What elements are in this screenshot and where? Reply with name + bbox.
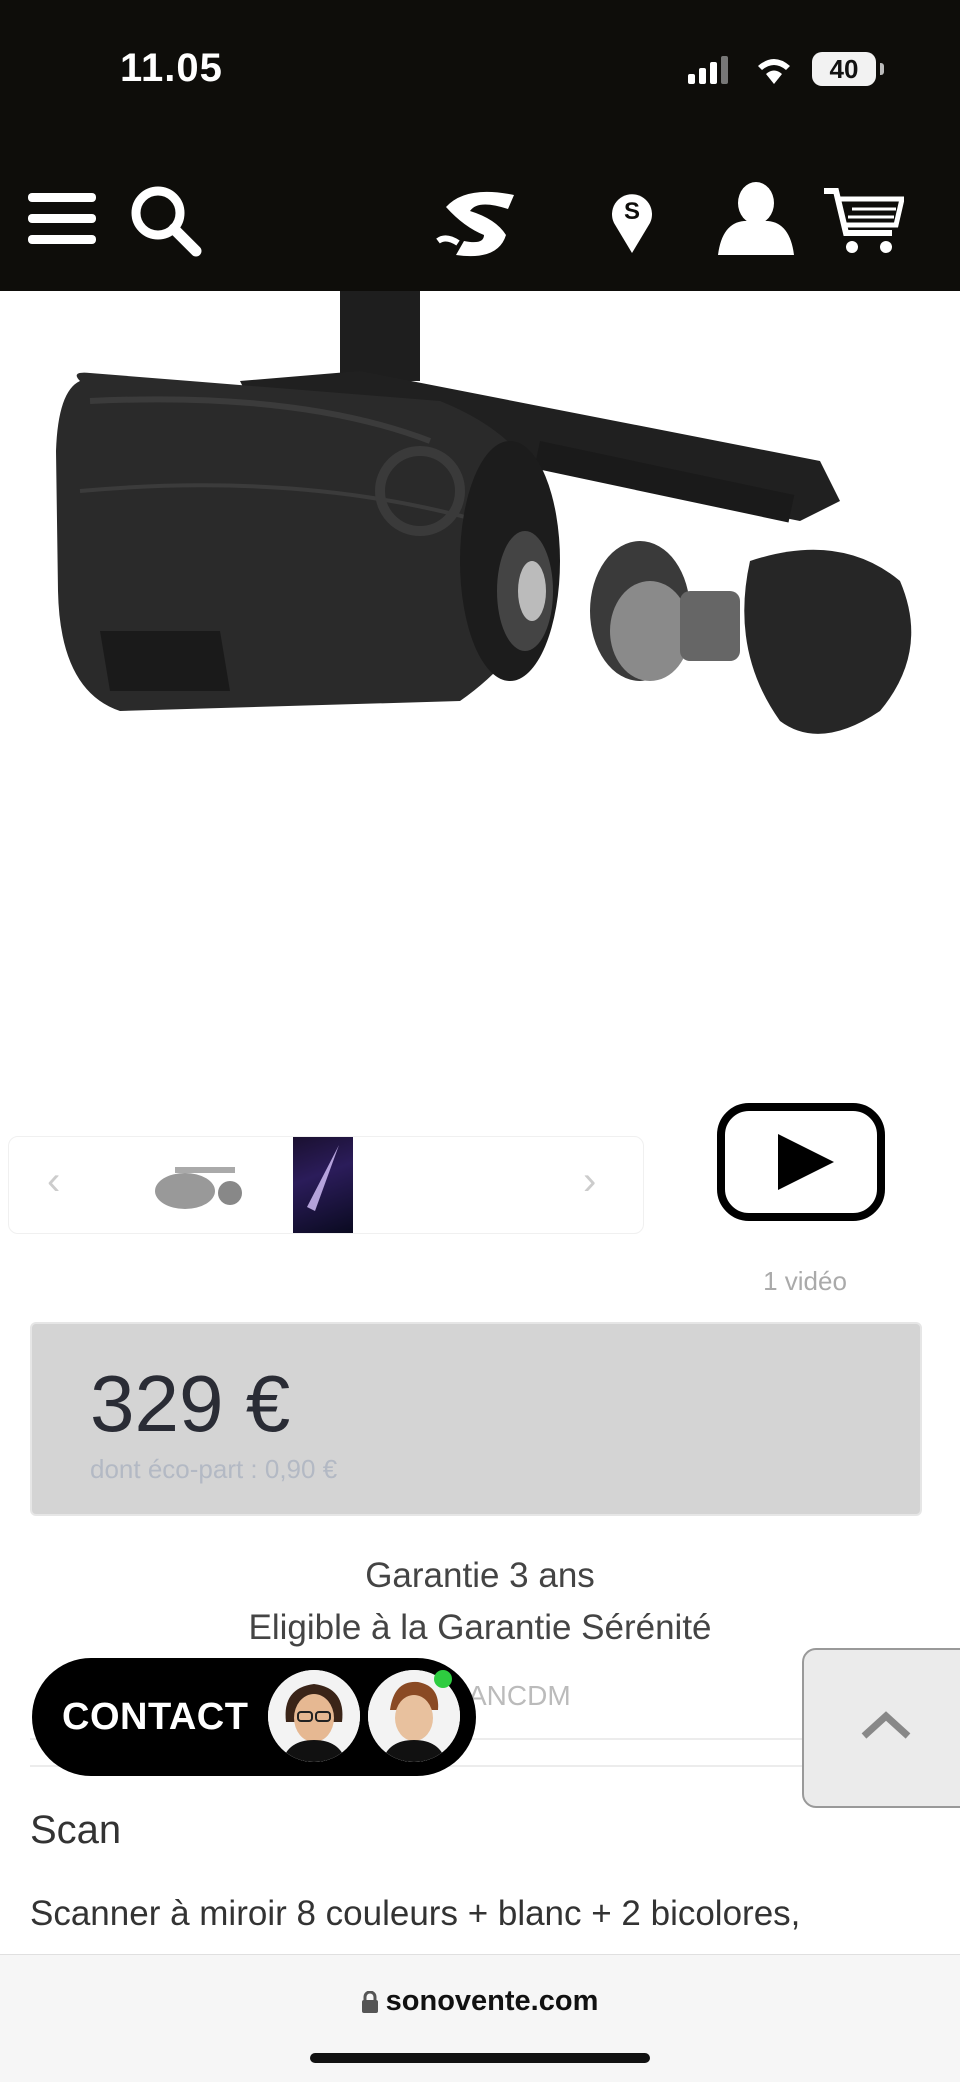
thumbnail-light-effect[interactable] xyxy=(293,1137,353,1233)
advisor-avatar xyxy=(268,1670,360,1762)
status-bar: 11.05 40 xyxy=(0,0,960,145)
guarantee-info: Garantie 3 ans Eligible à la Garantie Sé… xyxy=(0,1550,960,1654)
svg-text:S: S xyxy=(624,198,640,225)
thumbnail-scanner[interactable] xyxy=(145,1151,255,1221)
store-locator-icon[interactable]: S xyxy=(608,187,656,253)
url-text: sonovente.com xyxy=(385,1985,599,2017)
home-indicator[interactable] xyxy=(310,2053,650,2063)
chevron-up-icon xyxy=(861,1711,911,1739)
guarantee-serenite[interactable]: Eligible à la Garantie Sérénité xyxy=(0,1602,960,1654)
eco-participation: dont éco-part : 0,90 € xyxy=(90,1454,338,1484)
section-title: Scan xyxy=(30,1808,122,1852)
wifi-icon xyxy=(758,59,790,84)
menu-icon[interactable] xyxy=(28,193,98,245)
scroll-top-button[interactable] xyxy=(802,1648,960,1808)
guarantee-duration: Garantie 3 ans xyxy=(365,1556,595,1595)
site-header: S xyxy=(0,145,960,291)
carousel-next-icon[interactable]: › xyxy=(583,1159,596,1204)
brand-logo-icon[interactable] xyxy=(436,181,522,263)
cart-icon[interactable] xyxy=(822,185,904,255)
search-icon[interactable] xyxy=(130,185,202,257)
product-price: 329 € xyxy=(90,1359,291,1448)
online-status-dot xyxy=(434,1670,452,1688)
contact-label: CONTACT xyxy=(62,1696,249,1738)
reference-partial: ANCDM xyxy=(468,1680,571,1711)
browser-address-bar[interactable]: sonovente.com xyxy=(0,1954,960,2082)
price-box: 329 € dont éco-part : 0,90 € xyxy=(30,1322,922,1516)
scanner-illustration xyxy=(56,291,912,734)
battery-indicator: 40 xyxy=(812,52,884,86)
status-time: 11.05 xyxy=(120,46,223,90)
product-image[interactable] xyxy=(0,291,960,1071)
url-display[interactable]: sonovente.com xyxy=(0,1985,960,2018)
video-count[interactable]: 1 vidéo xyxy=(740,1266,870,1297)
lock-icon xyxy=(361,1990,378,2013)
thumbnail-carousel: ‹ › xyxy=(8,1136,644,1234)
contact-button[interactable]: CONTACT xyxy=(32,1658,476,1776)
product-description: Scanner à miroir 8 couleurs + blanc + 2 … xyxy=(30,1894,801,1933)
cellular-signal-icon xyxy=(688,56,728,84)
carousel-prev-icon[interactable]: ‹ xyxy=(47,1159,60,1204)
video-play-icon[interactable] xyxy=(716,1102,886,1222)
account-icon[interactable] xyxy=(718,181,794,255)
